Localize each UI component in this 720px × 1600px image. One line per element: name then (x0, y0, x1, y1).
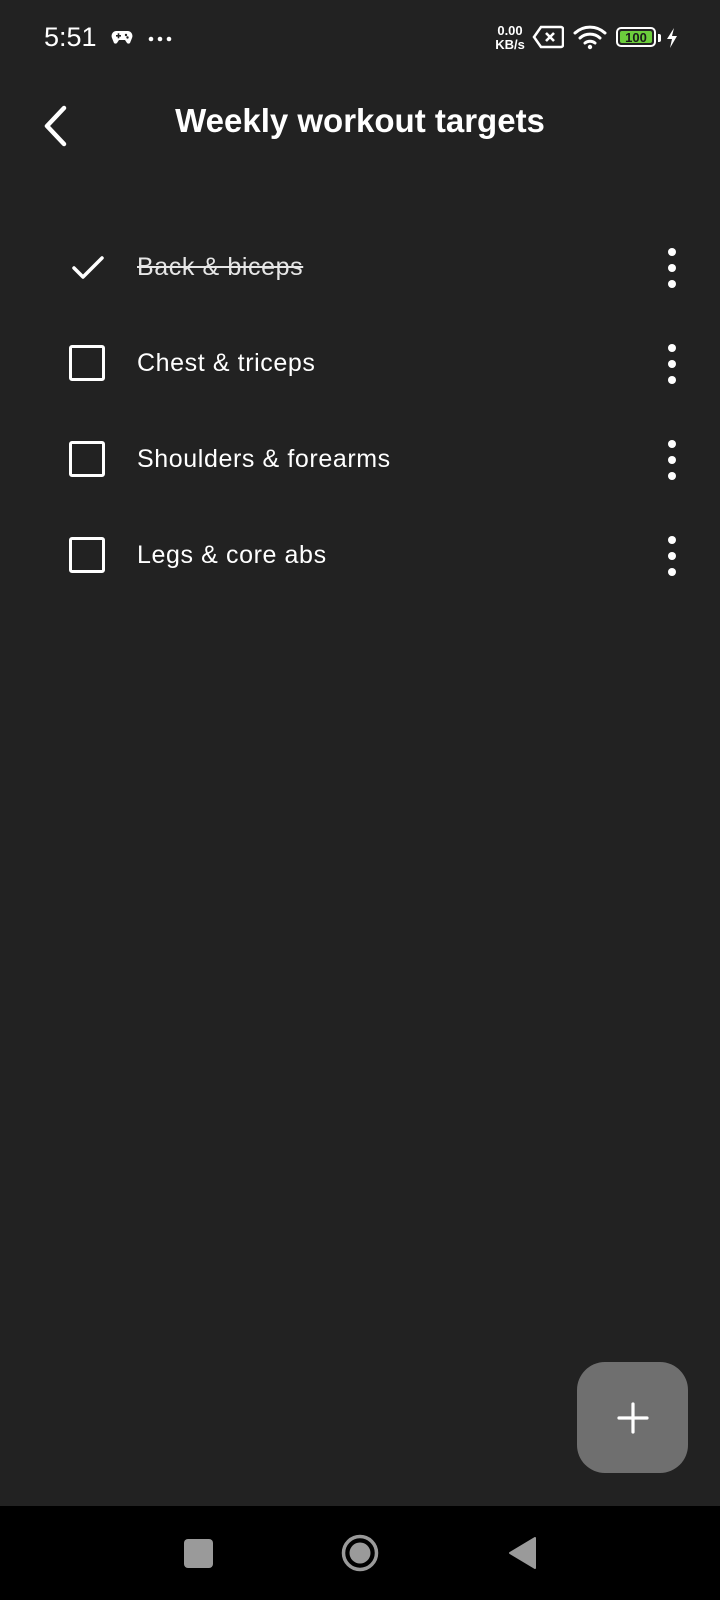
task-row[interactable]: Back & biceps (0, 220, 720, 316)
wifi-icon (573, 25, 607, 50)
more-vert-icon[interactable] (654, 342, 690, 386)
task-checkbox[interactable] (69, 537, 105, 573)
task-row[interactable]: Legs & core abs (0, 508, 720, 604)
charging-icon (667, 28, 677, 48)
task-list: Back & biceps Chest & triceps Shoulders … (0, 220, 720, 604)
network-speed-value: 0.00 (497, 23, 523, 38)
task-label: Legs & core abs (137, 541, 327, 569)
system-nav-bar (0, 1506, 720, 1600)
more-vert-icon[interactable] (654, 246, 690, 290)
home-circle-icon[interactable] (341, 1534, 379, 1572)
sim-off-icon (532, 25, 564, 49)
recents-square-icon[interactable] (184, 1539, 213, 1568)
task-row[interactable]: Shoulders & forearms (0, 412, 720, 508)
battery-icon: 100 (616, 27, 656, 47)
checkmark-icon[interactable] (70, 250, 106, 286)
more-vert-icon[interactable] (654, 534, 690, 578)
task-label: Shoulders & forearms (137, 445, 391, 473)
battery-level: 100 (620, 30, 652, 45)
task-checkbox[interactable] (69, 345, 105, 381)
status-time: 5:51 (44, 22, 97, 52)
gamepad-icon (111, 31, 133, 44)
network-speed-unit: KB/s (495, 37, 525, 52)
network-speed: 0.00 KB/s (490, 24, 530, 52)
app-header: Weekly workout targets (0, 80, 720, 170)
battery-tip (658, 34, 661, 42)
plus-icon (616, 1401, 649, 1434)
page-title: Weekly workout targets (175, 102, 545, 139)
status-bar: 5:51 0.00 KB/s 100 (0, 0, 720, 80)
task-checkbox[interactable] (69, 441, 105, 477)
more-dots-icon (148, 36, 172, 42)
more-vert-icon[interactable] (654, 438, 690, 482)
back-triangle-icon[interactable] (507, 1536, 537, 1570)
task-row[interactable]: Chest & triceps (0, 316, 720, 412)
task-label: Chest & triceps (137, 349, 316, 377)
task-label: Back & biceps (137, 253, 304, 281)
add-task-button[interactable] (577, 1362, 688, 1473)
